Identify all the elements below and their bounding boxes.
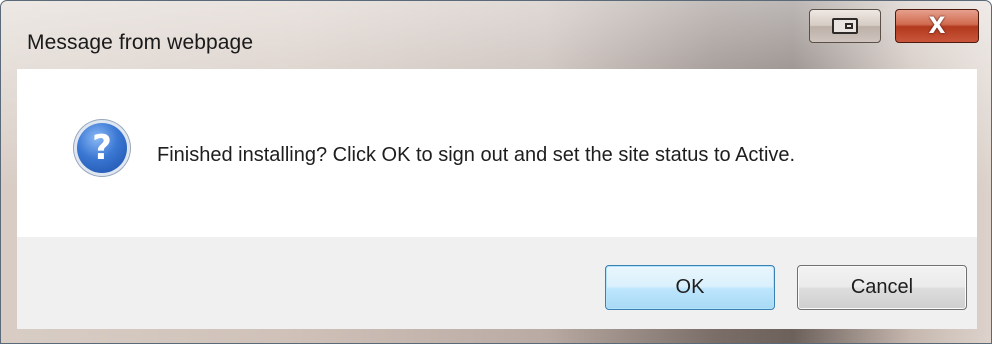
ok-button[interactable]: OK [605,265,775,310]
close-button[interactable]: X [895,9,979,43]
message-text: Finished installing? Click OK to sign ou… [157,144,796,166]
message-dialog: Message from webpage X ? Finished instal… [0,0,992,344]
dialog-title: Message from webpage [27,31,254,54]
cancel-button[interactable]: Cancel [797,265,967,310]
question-icon: ? [77,123,127,173]
restore-button[interactable] [809,9,881,43]
title-bar[interactable]: Message from webpage X [1,1,991,69]
button-bar: OK Cancel [17,237,977,329]
close-icon: X [928,13,946,39]
message-area: ? Finished installing? Click OK to sign … [17,69,977,237]
restore-icon [832,18,858,34]
